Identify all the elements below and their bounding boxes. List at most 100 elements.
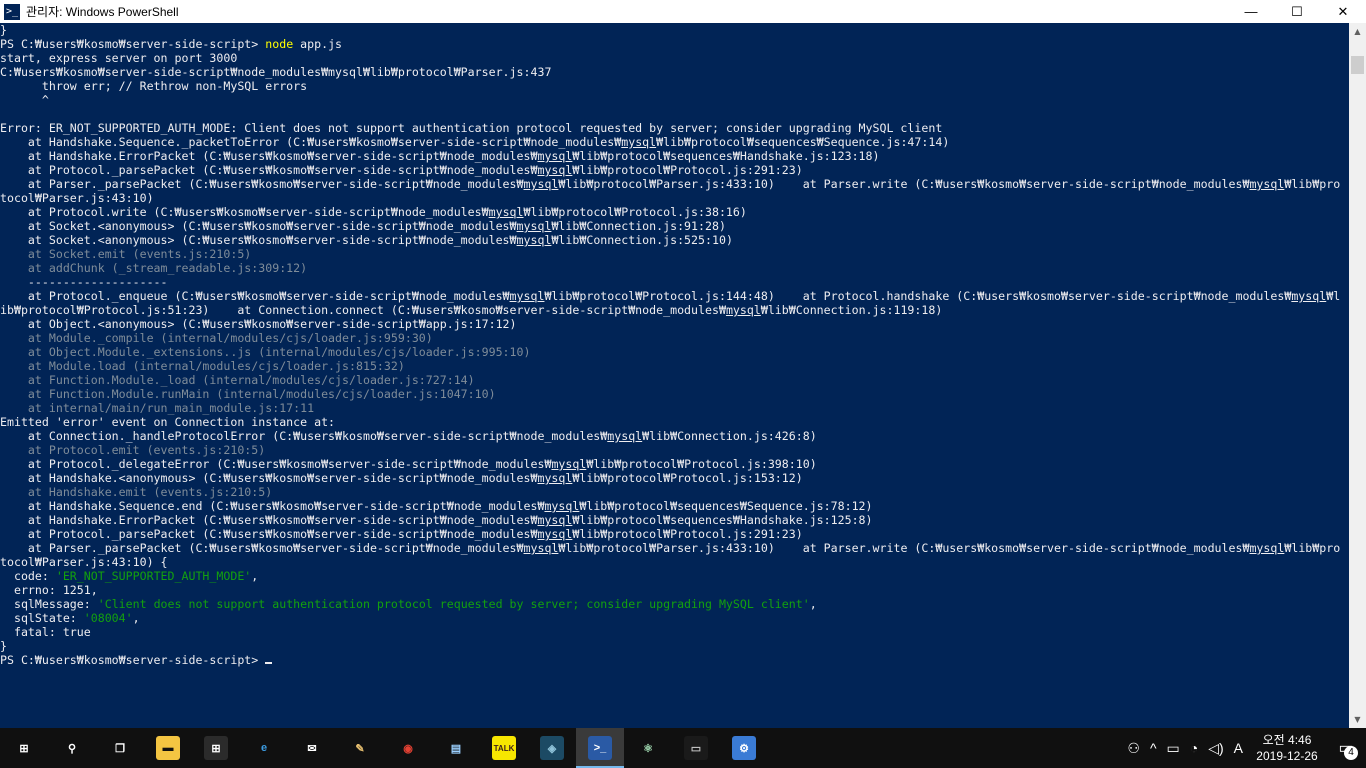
file-explorer-button[interactable]: ▬ xyxy=(144,728,192,768)
console-text: mysql xyxy=(537,163,573,177)
console-text: , xyxy=(132,611,140,625)
mysql-workbench-button[interactable]: ◈ xyxy=(528,728,576,768)
console-line: at Object.<anonymous> (C:₩users₩kosmo₩se… xyxy=(0,317,1349,331)
console-text: 'Client does not support authentication … xyxy=(97,597,810,611)
console-text: ₩lib₩Connection.js:426:8) xyxy=(642,429,817,443)
scroll-thumb[interactable] xyxy=(1351,56,1364,74)
console-text: node xyxy=(265,37,294,51)
console-text: mysql xyxy=(621,135,657,149)
console-text: mysql xyxy=(544,499,580,513)
terminal-icon: ▭ xyxy=(684,736,708,760)
atom-button[interactable]: ⚛ xyxy=(624,728,672,768)
console-line: at Module._compile (internal/modules/cjs… xyxy=(0,331,1349,345)
edge-button[interactable]: e xyxy=(240,728,288,768)
maximize-button[interactable]: ☐ xyxy=(1274,0,1320,23)
console-output[interactable]: } PS C:₩users₩kosmo₩server-side-script> n… xyxy=(0,23,1349,728)
paint-button[interactable]: ✎ xyxy=(336,728,384,768)
console-line: throw err; // Rethrow non-MySQL errors xyxy=(0,79,1349,93)
console-line: at Protocol.write (C:₩users₩kosmo₩server… xyxy=(0,205,1349,219)
chevron-up-icon[interactable]: ^ xyxy=(1145,740,1162,756)
console-text: at Handshake.ErrorPacket (C:₩users₩kosmo… xyxy=(0,149,538,163)
control-panel-button[interactable]: ⚙ xyxy=(720,728,768,768)
task-view-icon: ❐ xyxy=(115,742,125,755)
console-text: ^ xyxy=(0,93,49,107)
vertical-scrollbar[interactable]: ▲ ▼ xyxy=(1349,23,1366,728)
console-line: } xyxy=(0,639,1349,653)
notepad-button[interactable]: ▤ xyxy=(432,728,480,768)
console-line: at internal/main/run_main_module.js:17:1… xyxy=(0,401,1349,415)
console-text: ₩lib₩Connection.js:91:28) xyxy=(551,219,726,233)
console-line: at Handshake.Sequence.end (C:₩users₩kosm… xyxy=(0,499,1349,513)
system-tray: ⚇ ^ ▭ ◔ ◁) A 오전 4:46 2019-12-26 ▭ 4 xyxy=(1122,728,1366,768)
folder-icon: ▬ xyxy=(156,736,180,760)
chrome-button[interactable]: ◉ xyxy=(384,728,432,768)
console-line: at Parser._parsePacket (C:₩users₩kosmo₩s… xyxy=(0,541,1349,555)
console-text: at Protocol._delegateError (C:₩users₩kos… xyxy=(0,457,552,471)
edge-icon: e xyxy=(260,742,268,754)
volume-icon[interactable]: ◁) xyxy=(1203,740,1228,757)
console-line: at Socket.emit (events.js:210:5) xyxy=(0,247,1349,261)
battery-icon[interactable]: ▭ xyxy=(1162,740,1185,757)
console-text: ₩lib₩protocol₩Protocol.js:398:10) xyxy=(586,457,817,471)
powershell-icon: >_ xyxy=(4,3,20,20)
console-text: mysql xyxy=(537,513,573,527)
scroll-down-arrow-icon[interactable]: ▼ xyxy=(1349,711,1366,728)
console-text: at Protocol._parsePacket (C:₩users₩kosmo… xyxy=(0,527,538,541)
mail-button[interactable]: ✉ xyxy=(288,728,336,768)
console-line: ^ xyxy=(0,93,1349,107)
console-text: at addChunk (_stream_readable.js:309:12) xyxy=(0,261,308,275)
people-icon[interactable]: ⚇ xyxy=(1122,740,1145,757)
start-button[interactable]: ⊞ xyxy=(0,728,48,768)
task-view-button[interactable]: ❐ xyxy=(96,728,144,768)
notification-center-button[interactable]: ▭ 4 xyxy=(1326,728,1366,768)
mysql-cli-button[interactable]: ▭ xyxy=(672,728,720,768)
console-line: tocol₩Parser.js:43:10) { xyxy=(0,555,1349,569)
powershell-button[interactable]: >_ xyxy=(576,728,624,768)
console-line: sqlState: '08004', xyxy=(0,611,1349,625)
console-text: mysql xyxy=(509,289,545,303)
console-text: sqlMessage: xyxy=(0,597,98,611)
console-line: at Handshake.<anonymous> (C:₩users₩kosmo… xyxy=(0,471,1349,485)
store-button[interactable]: ⊞ xyxy=(192,728,240,768)
console-line: at Protocol._parsePacket (C:₩users₩kosmo… xyxy=(0,527,1349,541)
console-text: ₩lib₩protocol₩Parser.js:433:10) at Parse… xyxy=(558,541,1250,555)
console-line: Emitted 'error' event on Connection inst… xyxy=(0,415,1349,429)
console-text: at Socket.emit (events.js:210:5) xyxy=(0,247,252,261)
windows-logo-icon: ⊞ xyxy=(19,742,29,755)
minimize-button[interactable]: — xyxy=(1228,0,1274,23)
console-text: errno: 1251, xyxy=(0,583,98,597)
console-text: at Parser._parsePacket (C:₩users₩kosmo₩s… xyxy=(0,541,524,555)
search-button[interactable]: ⚲ xyxy=(48,728,96,768)
console-text: mysql xyxy=(516,233,552,247)
console-line: at addChunk (_stream_readable.js:309:12) xyxy=(0,261,1349,275)
console-text: code: xyxy=(0,569,56,583)
console-text: PS C:₩users₩kosmo₩server-side-script> xyxy=(0,37,266,51)
console-text: Error: ER_NOT_SUPPORTED_AUTH_MODE: Clien… xyxy=(0,121,943,135)
console-text: ₩lib₩protocol₩Parser.js:433:10) at Parse… xyxy=(558,177,1250,191)
console-line: sqlMessage: 'Client does not support aut… xyxy=(0,597,1349,611)
console-text: at Protocol._parsePacket (C:₩users₩kosmo… xyxy=(0,163,538,177)
kakaotalk-button[interactable]: TALK xyxy=(480,728,528,768)
console-line: at Protocol._delegateError (C:₩users₩kos… xyxy=(0,457,1349,471)
console-text: at internal/main/run_main_module.js:17:1… xyxy=(0,401,315,415)
scroll-up-arrow-icon[interactable]: ▲ xyxy=(1349,23,1366,40)
console-text: mysql xyxy=(725,303,761,317)
clock-date: 2019-12-26 xyxy=(1256,749,1318,763)
clock[interactable]: 오전 4:46 2019-12-26 xyxy=(1248,732,1326,764)
ime-indicator[interactable]: A xyxy=(1229,740,1248,756)
store-icon: ⊞ xyxy=(204,736,228,760)
console-line: } xyxy=(0,23,1349,37)
wifi-icon[interactable]: ◔ xyxy=(1185,740,1203,756)
console-text: -------------------- xyxy=(0,275,168,289)
console-text: } xyxy=(0,23,7,37)
console-text: ib₩protocol₩Protocol.js:51:23) at Connec… xyxy=(0,303,726,317)
console-lines: } PS C:₩users₩kosmo₩server-side-script> n… xyxy=(0,23,1349,667)
console-line: fatal: true xyxy=(0,625,1349,639)
close-button[interactable]: ✕ xyxy=(1320,0,1366,23)
console-text: at Module.load (internal/modules/cjs/loa… xyxy=(0,359,405,373)
console-text: tocol₩Parser.js:43:10) xyxy=(0,191,154,205)
console-text: mysql xyxy=(1249,541,1285,555)
clock-time: 오전 4:46 xyxy=(1262,733,1312,747)
console-text: ₩lib₩Connection.js:119:18) xyxy=(760,303,943,317)
console-text: '08004' xyxy=(83,611,133,625)
